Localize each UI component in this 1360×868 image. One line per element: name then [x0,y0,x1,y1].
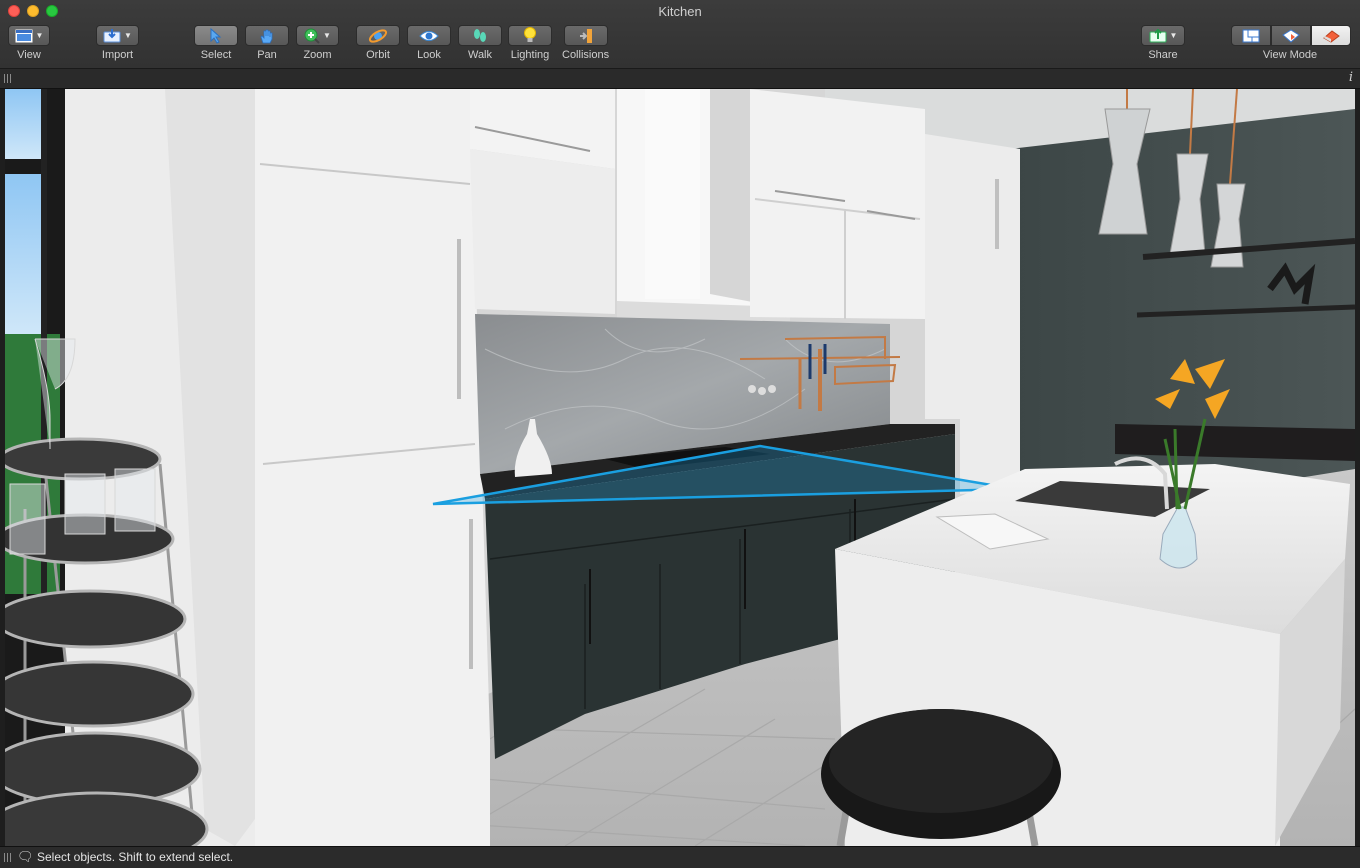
tall-cabinet-doors [255,89,490,846]
plan-3d-icon [1282,28,1300,43]
select-button[interactable] [194,25,238,46]
toolbar: Kitchen ▼ View ▼ Import Select Pan ▼ Zoo… [0,0,1360,69]
walk-tool[interactable]: Walk [458,25,502,61]
lighting-button[interactable] [508,25,552,46]
collisions-button[interactable] [563,25,608,46]
zoom-tool[interactable]: ▼ Zoom [296,25,339,61]
footsteps-icon [474,28,486,42]
status-bar: 🗨 Select objects. Shift to extend select… [0,846,1360,868]
collisions-icon [579,28,592,43]
view-mode-segmented-control[interactable] [1231,25,1351,46]
status-message: Select objects. Shift to extend select. [37,850,234,864]
look-tool[interactable]: Look [407,25,451,61]
kitchen-3d-scene[interactable] [5,89,1355,846]
lightbulb-icon [524,27,536,42]
chevron-down-icon: ▼ [323,30,331,40]
walk-button[interactable] [458,25,502,46]
window-title: Kitchen [658,4,702,19]
cursor-icon [210,27,222,44]
3d-viewport[interactable] [5,89,1355,846]
view-mode-3d-plan-button[interactable] [1271,25,1311,46]
import-icon [103,28,121,42]
view-3d-icon [1323,29,1340,43]
view-icon [15,29,33,42]
info-bar: i [0,69,1360,89]
resize-grip[interactable] [4,74,11,83]
look-button[interactable] [407,25,451,46]
view-mode-tool[interactable]: View Mode [1231,25,1351,61]
pan-tool[interactable]: Pan [245,25,289,61]
orbit-icon [368,28,388,43]
view-tool[interactable]: ▼ View [8,25,50,61]
eye-icon [419,30,439,41]
chevron-down-icon: ▼ [1169,30,1178,40]
chevron-down-icon: ▼ [35,30,44,40]
share-icon [1149,28,1167,42]
info-icon[interactable]: i [1349,70,1353,85]
resize-grip[interactable] [4,853,11,862]
share-button[interactable]: ▼ [1141,25,1185,46]
view-button[interactable]: ▼ [8,25,50,46]
view-mode-3d-view-button[interactable] [1311,25,1351,46]
import-tool[interactable]: ▼ Import [96,25,139,61]
import-button[interactable]: ▼ [96,25,139,46]
plan-2d-icon [1242,29,1260,42]
upper-cabinet [470,149,615,314]
chevron-down-icon: ▼ [124,30,132,40]
lighting-tool[interactable]: Lighting [508,25,552,61]
share-tool[interactable]: ▼ Share [1141,25,1185,61]
orbit-tool[interactable]: Orbit [356,25,400,61]
zoom-button[interactable]: ▼ [296,25,339,46]
collisions-tool[interactable]: Collisions [562,25,609,61]
pan-button[interactable] [245,25,289,46]
hand-icon [260,29,273,43]
orbit-button[interactable] [356,25,400,46]
view-mode-2d-plan-button[interactable] [1231,25,1271,46]
zoom-plus-icon [304,28,320,44]
speech-bubble-icon: 🗨 [17,849,34,864]
select-tool[interactable]: Select [194,25,238,61]
